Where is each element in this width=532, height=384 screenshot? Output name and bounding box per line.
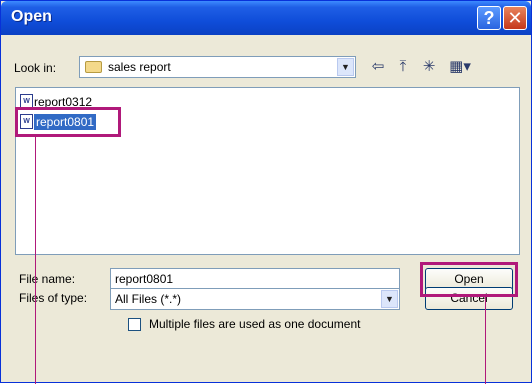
callout-line-file bbox=[35, 137, 36, 384]
back-arrow-icon[interactable]: ⇦ bbox=[368, 57, 388, 77]
look-in-label: Look in: bbox=[14, 61, 57, 75]
question-mark-icon: ? bbox=[483, 8, 495, 28]
file-name-label: report0312 bbox=[34, 94, 93, 109]
help-button[interactable]: ? bbox=[477, 6, 501, 30]
close-icon: ✕ bbox=[507, 8, 523, 28]
open-dialog: Open ? ✕ Look in: sales report ▼ ⇦ ⤒ ✳ ▦… bbox=[0, 0, 532, 384]
file-name-input[interactable]: report0801 bbox=[110, 268, 400, 290]
dialog-title: Open bbox=[11, 8, 52, 25]
chevron-down-icon[interactable]: ▼ bbox=[381, 290, 398, 308]
cancel-button[interactable]: Cancel bbox=[425, 287, 513, 310]
file-list[interactable]: Wreport0312 Wreport0801 bbox=[15, 87, 520, 255]
file-item-report0312[interactable]: Wreport0312 bbox=[20, 92, 92, 110]
title-bar[interactable]: Open ? ✕ bbox=[1, 1, 531, 35]
files-of-type-label: Files of type: bbox=[19, 291, 88, 305]
multiple-files-label: Multiple files are used as one document bbox=[149, 317, 361, 331]
look-in-dropdown[interactable]: sales report ▼ bbox=[79, 56, 356, 78]
file-name-label: report0801 bbox=[34, 113, 97, 130]
file-name-label: File name: bbox=[19, 272, 76, 286]
word-document-icon: W bbox=[20, 94, 33, 110]
chevron-down-icon[interactable]: ▼ bbox=[337, 58, 354, 76]
folder-icon bbox=[85, 61, 102, 73]
close-button[interactable]: ✕ bbox=[503, 6, 527, 30]
look-in-value: sales report bbox=[108, 60, 171, 74]
new-folder-icon[interactable]: ✳ bbox=[419, 57, 439, 77]
files-of-type-value: All Files (*.*) bbox=[115, 292, 182, 306]
up-folder-icon[interactable]: ⤒ bbox=[393, 57, 413, 77]
file-item-report0801[interactable]: Wreport0801 bbox=[20, 112, 97, 130]
views-menu-icon[interactable]: ▦▾ bbox=[445, 57, 475, 77]
multiple-files-checkbox[interactable] bbox=[128, 318, 141, 331]
files-of-type-dropdown[interactable]: All Files (*.*) ▼ bbox=[110, 288, 400, 310]
file-name-value: report0801 bbox=[115, 272, 174, 286]
word-document-icon: W bbox=[20, 114, 33, 130]
callout-line-open bbox=[485, 297, 486, 384]
